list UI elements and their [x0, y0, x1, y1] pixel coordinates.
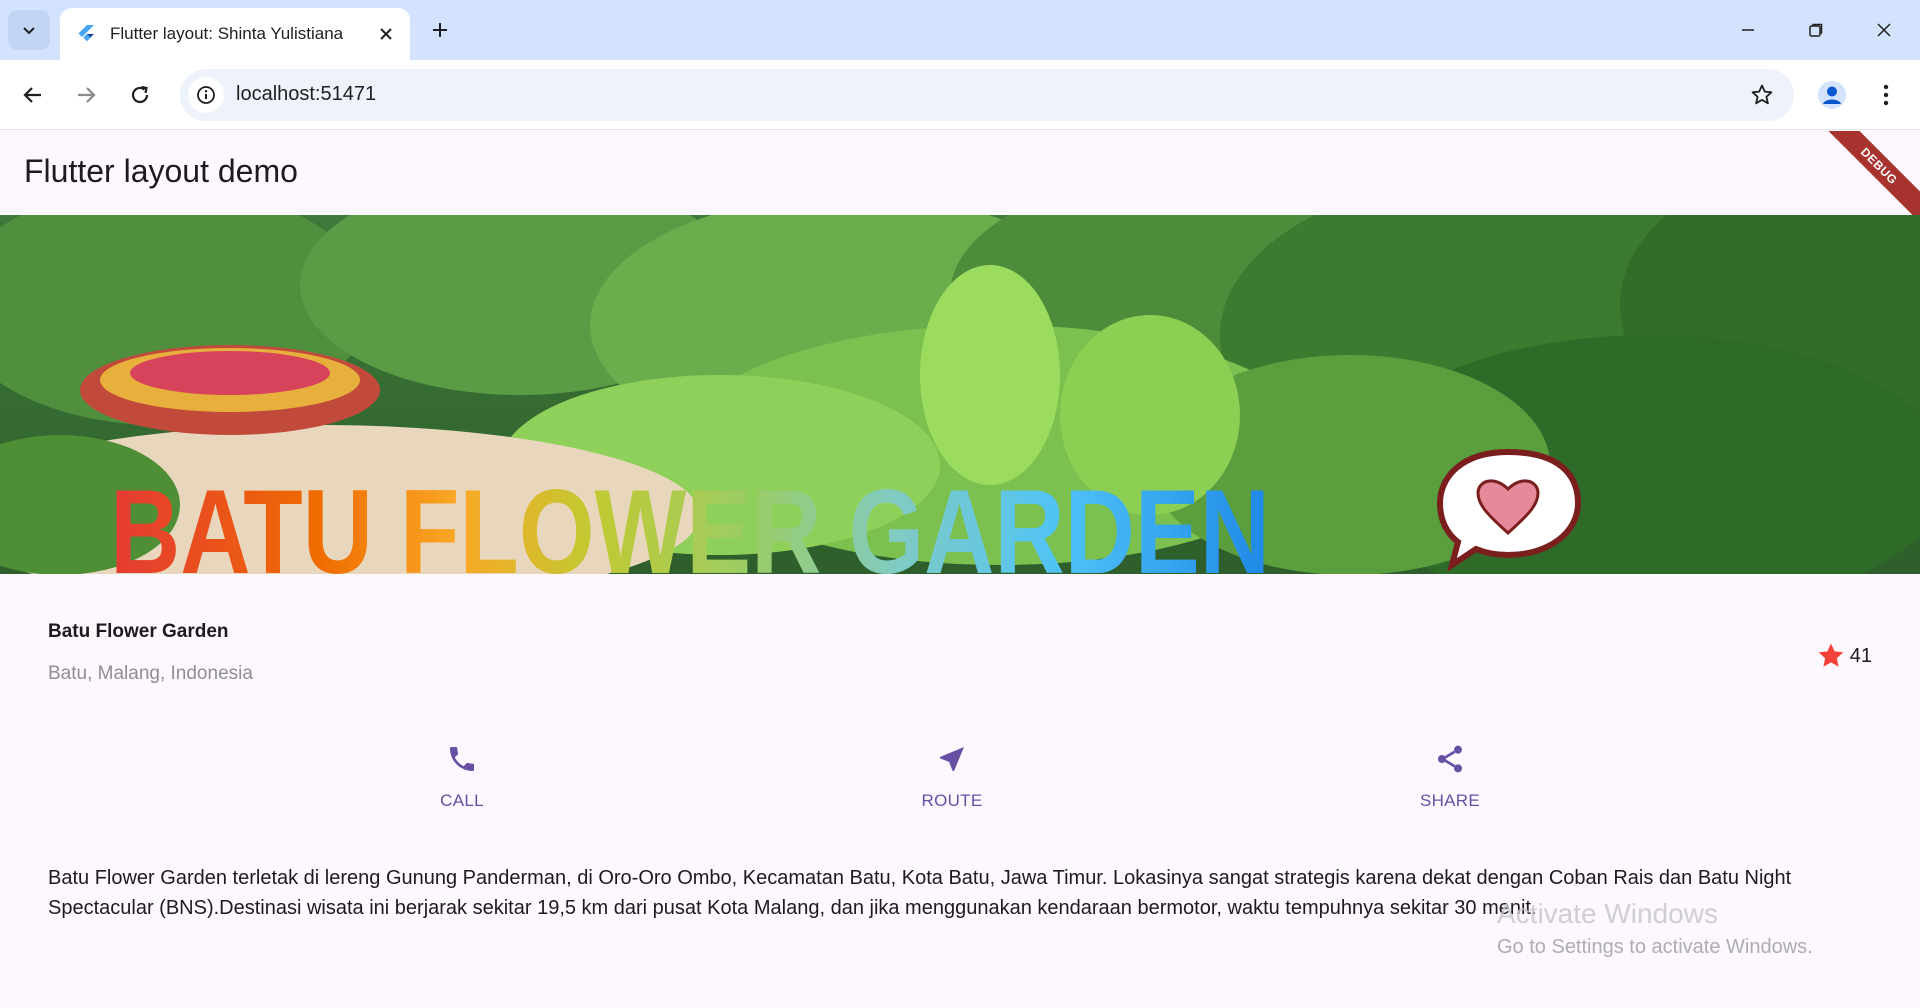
- forward-button[interactable]: [64, 73, 108, 117]
- window-close-icon: [1877, 23, 1891, 37]
- new-tab-button[interactable]: [424, 14, 456, 46]
- rating: 41: [1816, 641, 1872, 671]
- call-button[interactable]: CALL: [382, 741, 542, 811]
- phone-icon: [444, 741, 480, 777]
- tab-title: Flutter layout: Shinta Yulistiana: [110, 24, 344, 43]
- call-label: CALL: [440, 791, 484, 810]
- button-section: CALL ROUTE SHARE: [0, 741, 1920, 831]
- minimize-button[interactable]: [1722, 8, 1774, 52]
- hero-image: BATU FLOWER GARDEN: [0, 215, 1920, 574]
- browser-tab-active[interactable]: Flutter layout: Shinta Yulistiana: [60, 8, 410, 60]
- restore-icon: [1809, 23, 1823, 37]
- hero-sign-text: BATU FLOWER GARDEN: [110, 465, 1270, 574]
- star-outline-icon[interactable]: [1748, 81, 1776, 109]
- flutter-app: Flutter layout demo DEBUG BATU FLOWER GA…: [0, 131, 1920, 1008]
- tab-search-button[interactable]: [8, 10, 50, 50]
- reload-icon: [131, 85, 149, 104]
- navigation-icon: [934, 741, 970, 777]
- share-label: SHARE: [1419, 791, 1481, 810]
- close-icon[interactable]: [374, 22, 398, 46]
- place-location: Batu, Malang, Indonesia: [48, 663, 253, 684]
- profile-icon[interactable]: [1814, 77, 1850, 113]
- back-icon: [23, 87, 41, 103]
- place-name: Batu Flower Garden: [48, 621, 229, 642]
- browser-tab-bar: Flutter layout: Shinta Yulistiana: [0, 0, 1920, 60]
- window-close-button[interactable]: [1858, 8, 1910, 52]
- kebab-menu-icon[interactable]: [1868, 77, 1904, 113]
- rating-count: 41: [1849, 644, 1872, 667]
- star-icon: [1818, 643, 1843, 667]
- route-button[interactable]: ROUTE: [872, 741, 1032, 811]
- info-icon[interactable]: [188, 77, 224, 113]
- share-icon: [1432, 741, 1468, 777]
- forward-icon: [78, 87, 96, 103]
- restore-button[interactable]: [1790, 8, 1842, 52]
- back-button[interactable]: [11, 73, 55, 117]
- route-label: ROUTE: [921, 791, 983, 810]
- plus-icon: [433, 23, 447, 37]
- share-button[interactable]: SHARE: [1370, 741, 1530, 811]
- browser-toolbar: localhost:51471: [0, 60, 1920, 130]
- url-text[interactable]: localhost:51471: [236, 83, 376, 106]
- minimize-icon: [1742, 29, 1754, 31]
- windows-activation-watermark: Activate Windows Go to Settings to activ…: [1497, 898, 1813, 959]
- chevron-down-icon: [23, 27, 35, 35]
- title-section: Batu Flower Garden Batu, Malang, Indones…: [48, 621, 1872, 701]
- flutter-icon: [76, 24, 96, 44]
- watermark-subtitle: Go to Settings to activate Windows.: [1497, 936, 1813, 958]
- app-bar: Flutter layout demo: [0, 131, 1920, 215]
- watermark-title: Activate Windows: [1497, 898, 1718, 929]
- page-title: Flutter layout demo: [24, 153, 298, 189]
- reload-button[interactable]: [118, 73, 162, 117]
- address-bar[interactable]: localhost:51471: [180, 69, 1794, 121]
